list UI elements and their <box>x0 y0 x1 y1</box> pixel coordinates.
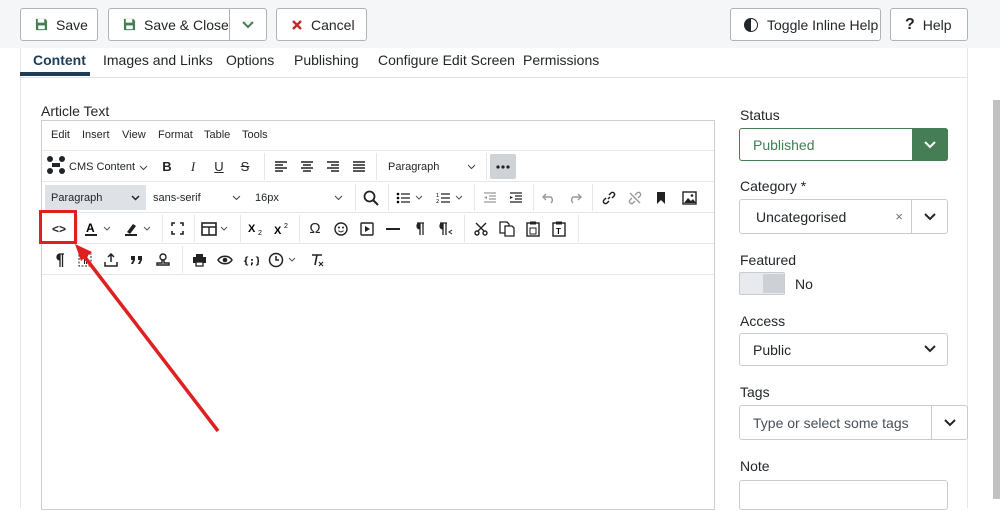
toggle-knob <box>763 274 784 293</box>
category-select[interactable]: Uncategorised × <box>739 199 948 234</box>
chevron-down-icon <box>923 342 937 359</box>
category-label: Category * <box>740 178 807 194</box>
access-value: Public <box>753 341 792 358</box>
featured-label: Featured <box>740 252 797 268</box>
note-label: Note <box>740 458 770 474</box>
tags-placeholder: Type or select some tags <box>753 414 909 431</box>
access-label: Access <box>740 313 786 329</box>
tags-label: Tags <box>740 384 770 400</box>
category-value: Uncategorised <box>756 208 847 225</box>
chevron-down-icon <box>912 128 948 161</box>
featured-toggle[interactable] <box>739 272 785 295</box>
chevron-down-icon <box>911 200 947 233</box>
clear-category-icon[interactable]: × <box>895 209 903 224</box>
status-value: Published <box>753 136 815 153</box>
access-select[interactable]: Public <box>739 333 948 366</box>
tags-input[interactable]: Type or select some tags <box>739 405 968 440</box>
status-select[interactable]: Published <box>739 128 948 161</box>
chevron-down-icon <box>931 406 967 439</box>
note-input[interactable] <box>739 480 948 510</box>
page-scrollbar[interactable] <box>993 100 1000 499</box>
status-label: Status <box>740 107 780 123</box>
featured-value: No <box>795 276 813 292</box>
